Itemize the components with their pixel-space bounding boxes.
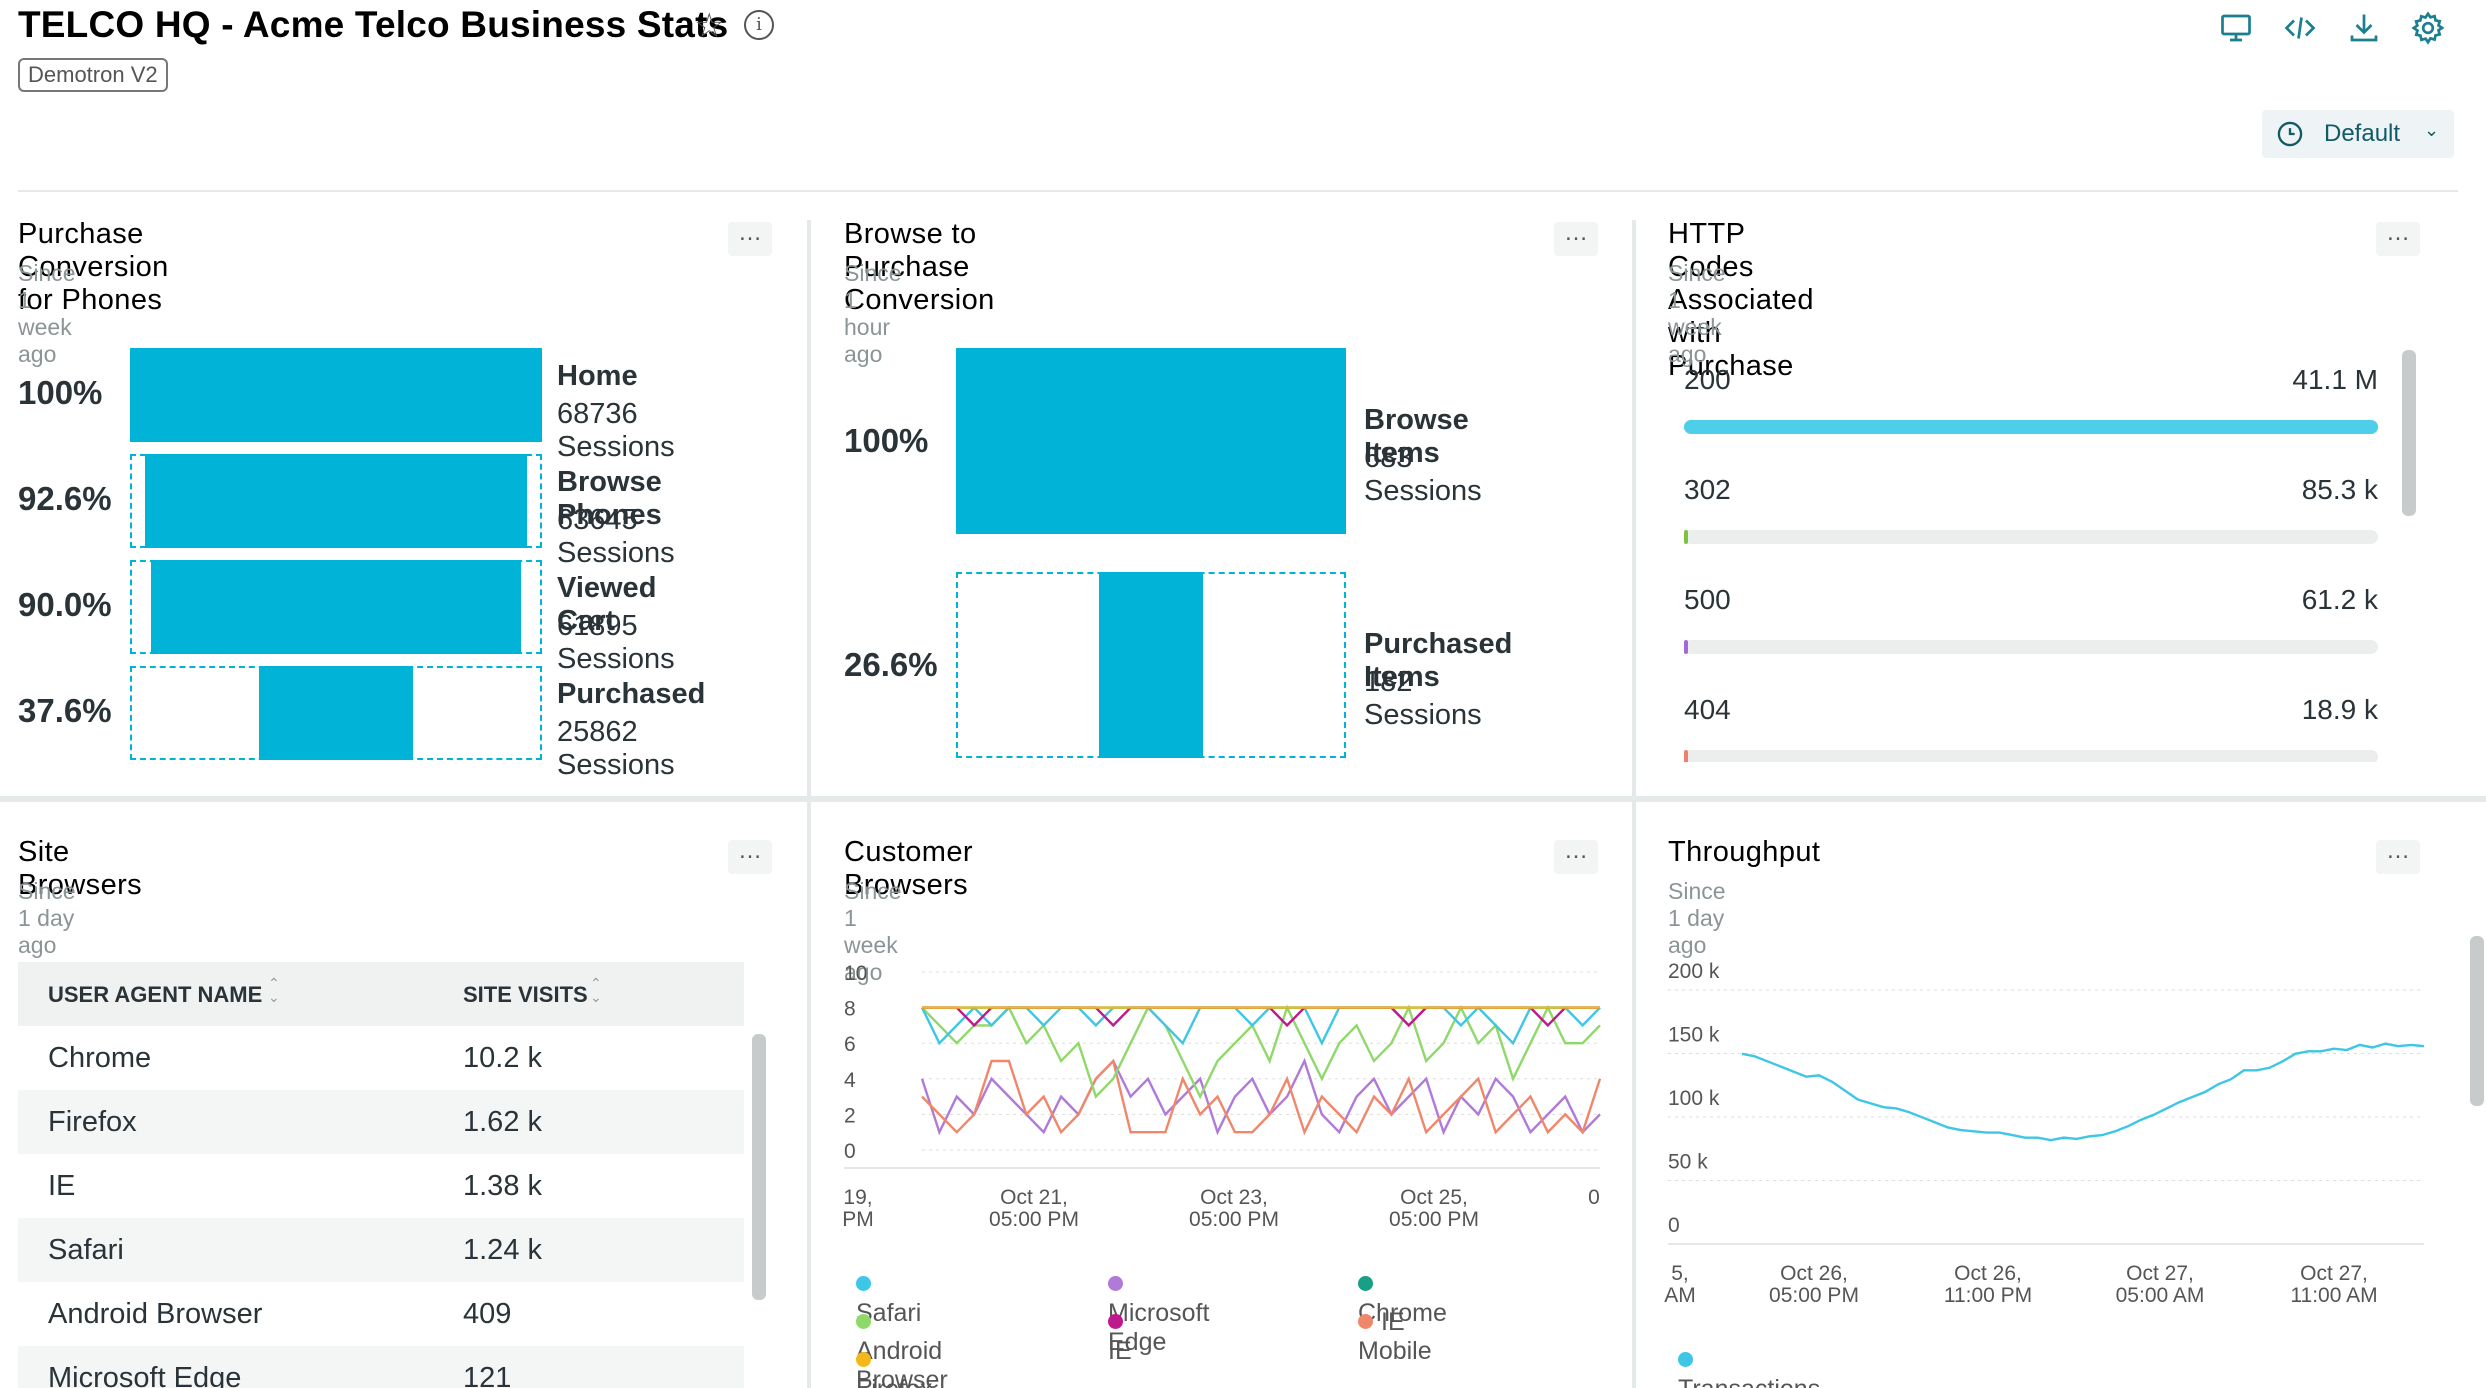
panel-subtitle: Since 1 day ago <box>1668 878 1726 958</box>
legend-swatch <box>1108 1275 1123 1291</box>
y-tick-label: 6 <box>844 1033 856 1056</box>
y-tick-label: 2 <box>844 1104 856 1127</box>
x-tick-label: 0 <box>1588 1186 1600 1209</box>
legend-swatch <box>1108 1313 1123 1329</box>
legend-item[interactable]: Firefox <box>856 1346 932 1388</box>
x-tick-label: 05:00 PM <box>989 1208 1079 1231</box>
customer-browsers-chart: 108642019,PMOct 21,05:00 PMOct 23,05:00 … <box>842 962 1602 1231</box>
legend-label: Transactions <box>1678 1375 1820 1388</box>
x-tick-label: 05:00 PM <box>1189 1208 1279 1231</box>
x-tick-label: Oct 25, <box>1400 1186 1468 1209</box>
series-line-microsoft-edge <box>920 1057 1601 1136</box>
x-tick-label: PM <box>842 1208 874 1231</box>
legend-label: IE <box>1108 1337 1132 1365</box>
x-tick-label: Oct 23, <box>1200 1186 1268 1209</box>
series-line-android-browser <box>921 1004 1601 1100</box>
legend-swatch <box>1358 1313 1373 1329</box>
dashboard: TELCO HQ - Acme Telco Business Stats ☆ i… <box>0 0 2486 1388</box>
y-tick-label: 8 <box>844 998 856 1021</box>
legend-swatch <box>1358 1275 1373 1291</box>
y-tick-label: 4 <box>844 1069 856 1092</box>
legend-item[interactable]: IE Mobile <box>1358 1308 1432 1366</box>
legend-label: Firefox <box>856 1375 932 1388</box>
x-tick-label: 19, <box>843 1186 872 1209</box>
legend-swatch <box>856 1313 871 1329</box>
legend-item[interactable]: IE <box>1108 1308 1132 1366</box>
legend-swatch <box>856 1351 871 1367</box>
legend-item[interactable]: Transactions <box>1678 1346 1820 1388</box>
panel-menu-button[interactable]: … <box>2376 839 2420 874</box>
page-scrollbar[interactable] <box>2470 936 2484 1106</box>
x-tick-label: 05:00 PM <box>1389 1208 1479 1231</box>
legend-swatch <box>1678 1351 1693 1367</box>
y-tick-label: 0 <box>844 1140 856 1163</box>
x-tick-label: Oct 21, <box>1000 1186 1068 1209</box>
panel-title: Throughput <box>1668 836 1821 868</box>
legend-swatch <box>856 1275 871 1291</box>
y-tick-label: 10 <box>844 962 867 985</box>
